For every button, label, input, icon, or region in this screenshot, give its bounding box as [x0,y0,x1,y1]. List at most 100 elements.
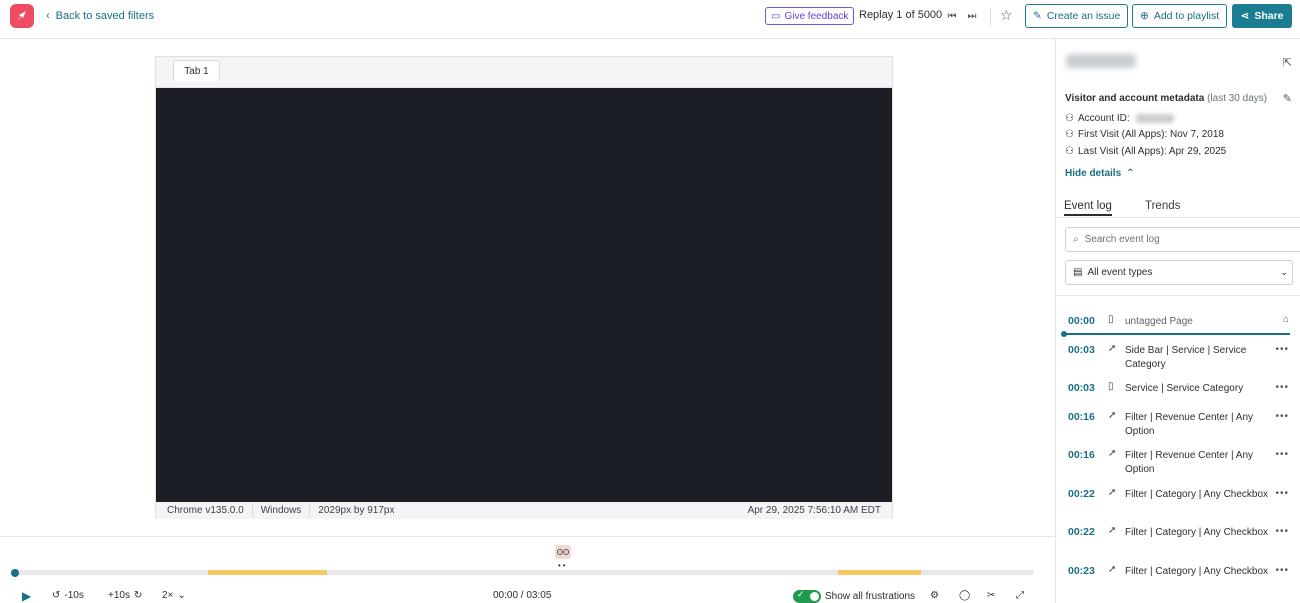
create-issue-label: Create an issue [1046,10,1121,22]
replay-counter: Replay 1 of 5000 [859,9,943,21]
screen-resolution: 2029px by 917px [318,505,395,516]
previous-replay-icon[interactable]: ⏮ [945,9,959,23]
app-logo[interactable] [10,4,34,28]
time-display: 00:00 / 03:05 [493,590,552,601]
cursor-icon: ➚ [1108,448,1117,459]
first-visit-row: ⚇ First Visit (All Apps): Nov 7, 2018 [1065,129,1224,140]
more-icon[interactable]: ••• [1275,449,1289,460]
last-visit-row: ⚇ Last Visit (All Apps): Apr 29, 2025 [1065,146,1226,157]
event-progress-line [1064,333,1290,335]
play-button[interactable]: ▶ [22,589,31,603]
chevron-up-icon: ⌃ [1126,168,1135,179]
forward-button[interactable]: +10s ↻ [108,590,142,601]
back-to-saved-filters-link[interactable]: ‹ Back to saved filters [46,10,154,22]
metadata-title: Visitor and account metadata [1065,93,1205,104]
hide-details-label: Hide details [1065,168,1122,179]
event-time[interactable]: 00:00 [1068,315,1095,327]
browser-version: Chrome v135.0.0 [156,504,253,517]
chevron-down-icon: ⌄ [177,590,186,601]
star-icon[interactable]: ☆ [1000,7,1013,24]
comment-icon[interactable]: ◯ [959,590,970,601]
sidebar-tabs: Event log Trends [1056,197,1300,218]
event-time[interactable]: 00:22 [1068,526,1095,538]
search-event-log-input[interactable]: ⌕ Search event log [1065,227,1300,252]
first-visit-text: First Visit (All Apps): Nov 7, 2018 [1077,129,1224,140]
replay-player: Tab 1 Chrome v135.0.0 Windows 2029px by … [155,56,893,519]
person-icon: ⚇ [1065,129,1074,140]
event-type-value: All event types [1087,267,1153,278]
browser-tab[interactable]: Tab 1 [173,60,220,81]
event-time[interactable]: 00:22 [1068,488,1095,500]
event-progress-dot [1061,331,1067,337]
external-link-icon[interactable]: ⇱ [1283,56,1292,69]
event-time[interactable]: 00:03 [1068,344,1095,356]
operating-system: Windows [253,504,311,517]
rewind-button[interactable]: ↺ -10s [52,590,84,601]
cursor-icon: ➚ [1108,410,1117,421]
account-id-label: Account ID: [1077,113,1130,124]
metadata-heading: Visitor and account metadata (last 30 da… [1065,93,1267,104]
filter-icon: ▤ [1073,267,1083,278]
add-to-playlist-button[interactable]: ⊕ Add to playlist [1132,4,1228,28]
toggle-switch[interactable]: ✓ [793,589,821,603]
session-info-bar: Chrome v135.0.0 Windows 2029px by 917px … [156,502,892,519]
chevron-left-icon: ‹ [46,10,50,22]
tag-icon[interactable]: ⌂ [1283,314,1289,325]
event-time[interactable]: 00:03 [1068,382,1095,394]
page-icon: ▯ [1108,381,1114,392]
replay-screen[interactable] [156,88,892,502]
give-feedback-button[interactable]: ▭ Give feedback [765,7,855,25]
chevron-down-icon: ⌄ [1280,267,1288,277]
speed-select[interactable]: 2× ⌄ [162,590,186,601]
more-icon[interactable]: ••• [1275,382,1289,393]
next-replay-icon[interactable]: ⏭ [965,9,979,23]
back-link-label: Back to saved filters [55,10,155,22]
frustration-marker-icon[interactable]: ʘʘ [555,545,571,559]
divider [990,8,991,26]
tab-event-log[interactable]: Event log [1064,200,1112,216]
more-icon[interactable]: ••• [1275,488,1289,499]
add-to-playlist-label: Add to playlist [1153,10,1220,22]
event-text: Service | Service Category [1125,383,1244,394]
playhead-handle[interactable] [11,569,19,577]
event-text: Filter | Category | Any Checkbox [1125,527,1269,538]
search-icon: ⌕ [1073,234,1079,245]
account-id-row: ⚇ Account ID: [1065,113,1174,124]
fullscreen-icon[interactable]: ⤢ [1016,590,1024,601]
top-bar: ‹ Back to saved filters ▭ Give feedback … [0,0,1300,39]
cursor-icon: ➚ [1108,564,1117,575]
playback-timeline[interactable] [14,570,1034,575]
marker-dots: •• [558,561,568,570]
edit-icon[interactable]: ✎ [1283,92,1292,105]
show-frustrations-toggle[interactable]: ✓ Show all frustrations [793,589,915,603]
create-issue-button[interactable]: ✎ Create an issue [1025,4,1129,28]
more-icon[interactable]: ••• [1275,565,1289,576]
play-icon: ▶ [22,589,32,603]
settings-icon[interactable]: ⚙ [930,590,939,601]
tab-trends[interactable]: Trends [1145,200,1180,212]
frustration-segment[interactable] [838,570,921,575]
playback-controls: ▶ ↺ -10s +10s ↻ 2× ⌄ 00:00 / 03:05 ✓ Sho… [0,588,1055,603]
event-text: Filter | Revenue Center | Any Option [1125,450,1254,475]
browser-tab-strip: Tab 1 [156,57,892,88]
divider [0,536,1055,537]
more-icon[interactable]: ••• [1275,344,1289,355]
event-text: untagged Page [1125,316,1193,327]
person-icon: ⚇ [1065,146,1074,157]
event-time[interactable]: 00:23 [1068,565,1095,577]
session-timestamp: Apr 29, 2025 7:56:10 AM EDT [747,505,881,516]
share-label: Share [1254,10,1284,22]
scissors-icon[interactable]: ✂ [987,590,995,601]
forward-icon: ↻ [133,590,143,601]
more-icon[interactable]: ••• [1275,526,1289,537]
rewind-label: -10s [64,590,84,601]
last-visit-text: Last Visit (All Apps): Apr 29, 2025 [1077,146,1227,157]
event-text: Filter | Category | Any Checkbox [1125,489,1269,500]
frustration-segment[interactable] [207,570,328,575]
more-icon[interactable]: ••• [1275,411,1289,422]
event-time[interactable]: 00:16 [1068,449,1095,461]
hide-details-link[interactable]: Hide details ⌃ [1065,168,1135,179]
event-type-select[interactable]: ▤ All event types ⌄ [1065,260,1293,285]
event-time[interactable]: 00:16 [1068,411,1095,423]
share-button[interactable]: ⋖ Share [1232,4,1292,28]
